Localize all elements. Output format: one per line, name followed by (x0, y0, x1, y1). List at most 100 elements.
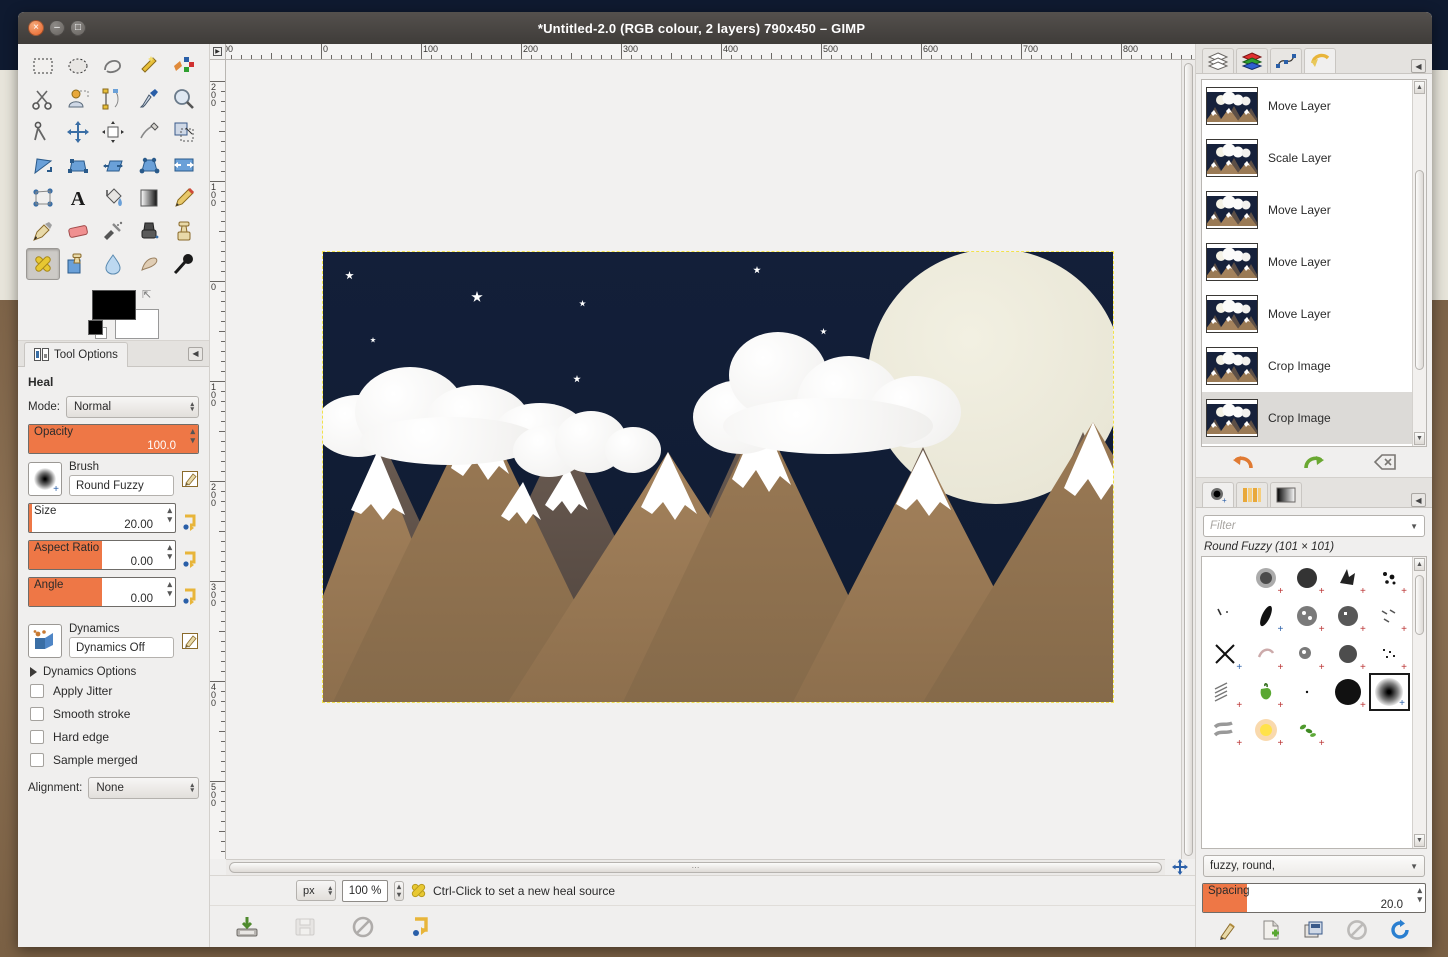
sample-merged-checkbox[interactable] (30, 753, 44, 767)
ellipse-select-tool[interactable] (61, 50, 95, 82)
rotate-tool[interactable] (26, 149, 60, 181)
opacity-stepper[interactable]: ▴▾ (190, 427, 195, 445)
brush-cell[interactable]: + (1204, 711, 1245, 749)
apply-jitter-checkbox[interactable] (30, 684, 44, 698)
delete-tool-options-icon[interactable] (352, 916, 374, 938)
tab-tool-options[interactable]: Tool Options (24, 342, 128, 367)
undo-history-scrollbar[interactable]: ▲ ▼ (1412, 80, 1426, 446)
color-picker-tool[interactable] (132, 83, 166, 115)
alignment-tool[interactable] (96, 116, 130, 148)
tab-paths[interactable] (1270, 48, 1302, 73)
brush-cell[interactable] (1204, 597, 1245, 635)
default-colors-fg[interactable] (88, 320, 103, 335)
brush-cell[interactable] (1369, 711, 1410, 749)
zoom-input[interactable]: 100 % (342, 880, 388, 902)
brush-grid-scrollbar[interactable]: ▲ ▼ (1412, 557, 1426, 848)
brush-grid-scroll-thumb[interactable] (1415, 575, 1424, 635)
smudge-tool[interactable] (132, 248, 166, 280)
tab-undo-history[interactable] (1304, 48, 1336, 73)
brush-cell[interactable]: + (1204, 635, 1245, 673)
brush-cell[interactable]: + (1369, 597, 1410, 635)
text-tool[interactable]: A (61, 182, 95, 214)
zoom-stepper[interactable]: ▴▾ (394, 881, 404, 901)
window-maximize-button[interactable]: □ (70, 20, 86, 36)
scroll-down-arrow-icon[interactable]: ▼ (1414, 834, 1425, 847)
brush-cell[interactable]: + (1245, 597, 1286, 635)
brush-cell[interactable] (1204, 559, 1245, 597)
ruler-menu-button[interactable]: ▶ (210, 44, 226, 60)
gradient-tool[interactable] (132, 182, 166, 214)
clear-undo-history-button[interactable] (1373, 452, 1397, 472)
reset-angle-icon[interactable] (181, 587, 199, 605)
brush-cell[interactable]: + (1328, 635, 1369, 673)
brush-cell[interactable] (1286, 673, 1327, 711)
chevron-down-icon[interactable]: ▼ (1410, 522, 1418, 531)
edit-dynamics-icon[interactable] (181, 632, 199, 650)
alignment-select[interactable]: None ▴▾ (88, 777, 199, 799)
smooth-stroke-checkbox[interactable] (30, 707, 44, 721)
brush-cell[interactable]: + (1245, 711, 1286, 749)
foreground-select-tool[interactable] (61, 83, 95, 115)
undo-history-scroll-thumb[interactable] (1415, 170, 1424, 370)
shear-tool[interactable] (96, 149, 130, 181)
brush-cell[interactable]: + (1286, 711, 1327, 749)
hard-edge-row[interactable]: Hard edge (28, 730, 199, 744)
brush-cell[interactable]: + (1204, 673, 1245, 711)
size-slider[interactable]: Size 20.00 ▴▾ (28, 503, 176, 533)
duplicate-brush-button[interactable] (1303, 919, 1325, 941)
delete-brush-button[interactable] (1346, 919, 1368, 941)
tab-brushes[interactable]: + (1202, 482, 1234, 507)
history-item[interactable]: Move Layer (1202, 184, 1412, 236)
new-brush-button[interactable] (1260, 919, 1282, 941)
brush-cell[interactable]: + (1245, 673, 1286, 711)
horizontal-scroll-thumb[interactable]: ⋯ (229, 862, 1162, 873)
sample-merged-row[interactable]: Sample merged (28, 753, 199, 767)
brush-cell[interactable]: + (1245, 635, 1286, 673)
swap-colors-icon[interactable]: ⇱ (142, 288, 151, 301)
history-item[interactable]: Scale Layer (1202, 132, 1412, 184)
angle-slider[interactable]: Angle 0.00 ▴▾ (28, 577, 176, 607)
aspect-ratio-stepper[interactable]: ▴▾ (167, 543, 172, 561)
hard-edge-checkbox[interactable] (30, 730, 44, 744)
fuzzy-select-tool[interactable] (132, 50, 166, 82)
navigation-preview-button[interactable] (1165, 859, 1195, 875)
brush-cell[interactable]: + (1369, 635, 1410, 673)
brush-preview[interactable]: + (28, 462, 62, 496)
brush-cell[interactable]: + (1286, 597, 1327, 635)
crop-tool[interactable] (132, 116, 166, 148)
foreground-color-swatch[interactable] (92, 290, 136, 320)
vertical-scroll-thumb[interactable] (1184, 63, 1193, 856)
redo-button[interactable] (1302, 452, 1326, 472)
scroll-down-arrow-icon[interactable]: ▼ (1414, 432, 1425, 445)
brush-cell[interactable]: + (1328, 559, 1369, 597)
brush-cell[interactable]: + (1286, 635, 1327, 673)
flip-tool[interactable] (167, 149, 201, 181)
dynamics-options-expander[interactable]: Dynamics Options (30, 666, 199, 678)
history-item[interactable]: Crop Image (1202, 340, 1412, 392)
canvas-viewport[interactable] (226, 60, 1181, 859)
brush-filter-input[interactable]: Filter ▼ (1203, 515, 1425, 537)
tab-patterns[interactable] (1236, 482, 1268, 507)
brush-grid[interactable]: + + + + (1202, 557, 1412, 848)
tab-layers[interactable] (1202, 48, 1234, 73)
perspective-tool[interactable] (132, 149, 166, 181)
free-select-tool[interactable] (96, 50, 130, 82)
rect-select-tool[interactable] (26, 50, 60, 82)
right-dock-menu-button[interactable]: ◀ (1411, 59, 1426, 73)
window-close-button[interactable]: × (28, 20, 44, 36)
edit-brush-icon[interactable] (181, 470, 199, 488)
reset-size-icon[interactable] (181, 513, 199, 531)
dynamics-preview[interactable] (28, 624, 62, 658)
paths-tool[interactable] (96, 83, 130, 115)
paintbrush-tool[interactable] (26, 215, 60, 247)
brush-cell[interactable]: + (1328, 673, 1369, 711)
apply-jitter-row[interactable]: Apply Jitter (28, 684, 199, 698)
brush-cell[interactable] (1328, 711, 1369, 749)
mode-select[interactable]: Normal ▴▾ (66, 396, 199, 418)
save-tool-options-icon[interactable] (236, 916, 258, 938)
cage-transform-tool[interactable] (26, 182, 60, 214)
eraser-tool[interactable] (61, 215, 95, 247)
refresh-brushes-button[interactable] (1389, 919, 1411, 941)
aspect-ratio-slider[interactable]: Aspect Ratio 0.00 ▴▾ (28, 540, 176, 570)
spacing-stepper[interactable]: ▴▾ (1417, 886, 1422, 904)
